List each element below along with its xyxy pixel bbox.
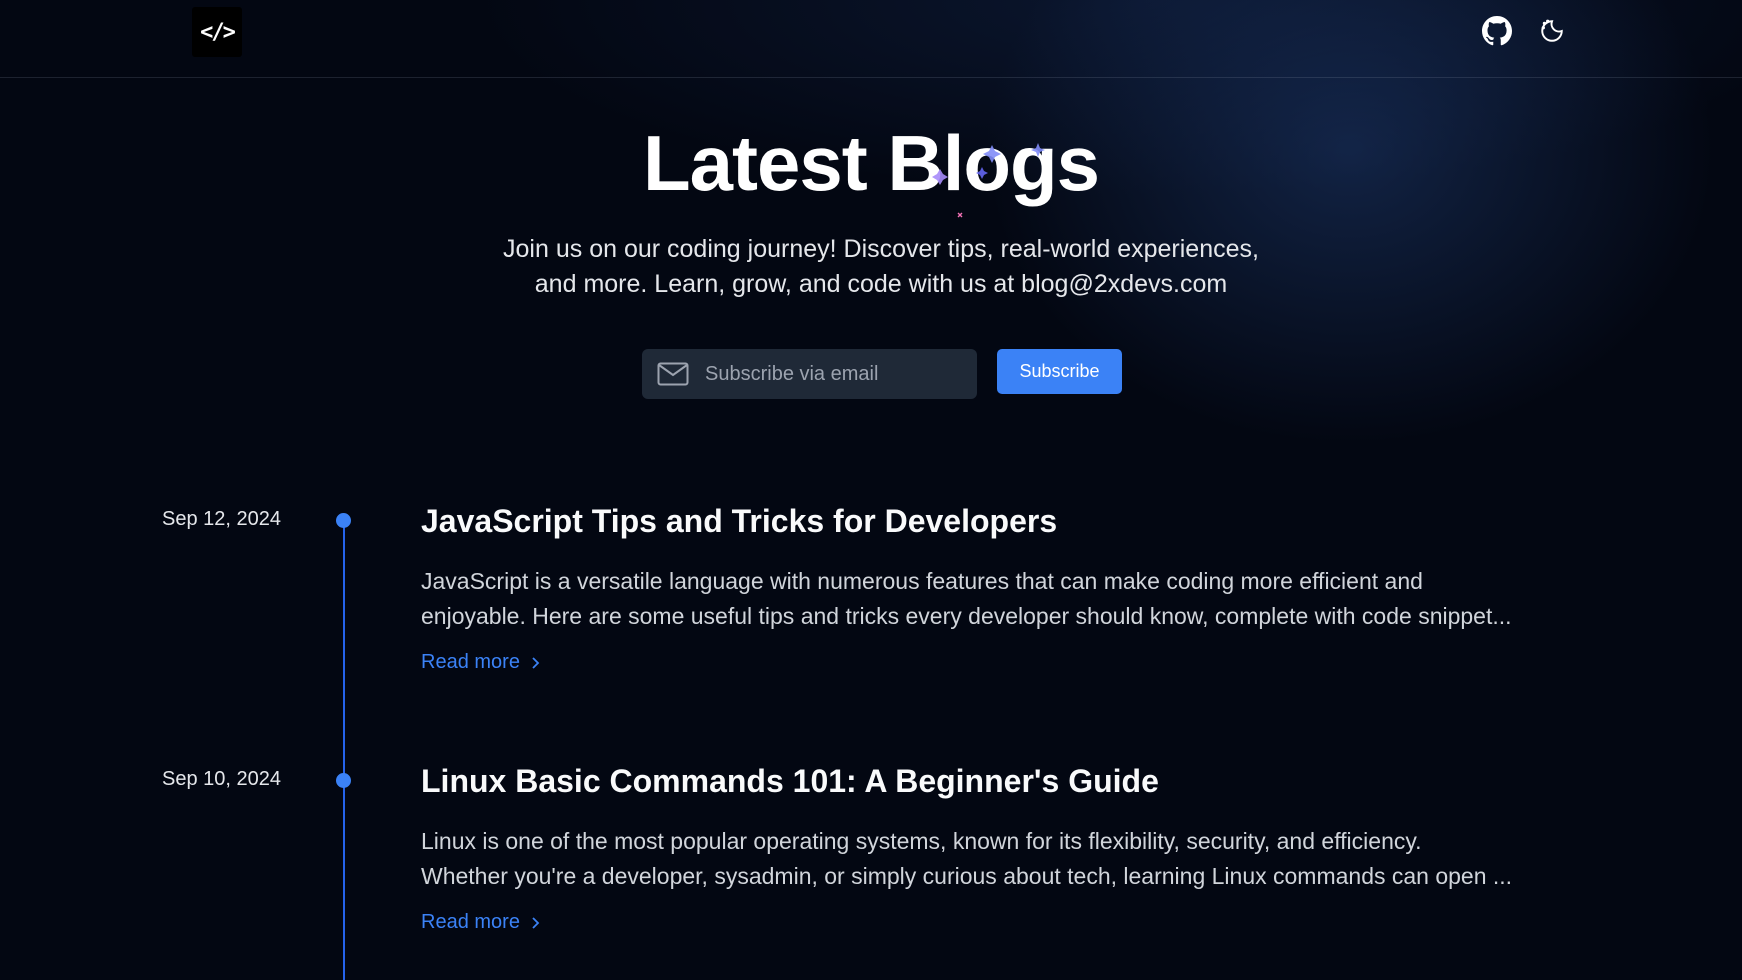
- post-date: Sep 12, 2024: [162, 508, 281, 530]
- subtitle-line-1: Join us on our coding journey! Discover …: [503, 235, 1259, 263]
- mail-icon: [657, 362, 689, 386]
- excerpt-line-1: JavaScript is a versatile language with …: [421, 568, 1423, 594]
- read-more-link[interactable]: Read more: [421, 911, 540, 934]
- logo-text: </>: [200, 19, 236, 45]
- timeline-dot: [336, 513, 351, 528]
- top-navbar: </>: [0, 0, 1742, 78]
- subtitle-line-2: and more. Learn, grow, and code with us …: [534, 270, 1228, 298]
- timeline-line: [343, 520, 345, 980]
- hero-subtitle: Join us on our coding journey! Discover …: [0, 232, 1742, 302]
- post-date: Sep 10, 2024: [162, 768, 281, 790]
- post-title[interactable]: JavaScript Tips and Tricks for Developer…: [421, 503, 1057, 540]
- subscribe-email-field[interactable]: [642, 349, 977, 399]
- subscribe-button[interactable]: Subscribe: [997, 349, 1122, 394]
- excerpt-line-2: enjoyable. Here are some useful tips and…: [421, 603, 1512, 629]
- chevron-right-icon: [532, 916, 540, 929]
- email-input[interactable]: [703, 361, 967, 387]
- excerpt-line-1: Linux is one of the most popular operati…: [421, 828, 1422, 854]
- page-title: Latest Blogs: [642, 119, 1100, 207]
- github-icon[interactable]: [1481, 15, 1513, 47]
- chevron-right-icon: [532, 656, 540, 669]
- site-logo[interactable]: </>: [192, 7, 242, 57]
- post-excerpt: JavaScript is a versatile language with …: [421, 564, 1571, 634]
- read-more-label: Read more: [421, 911, 520, 933]
- post-excerpt: Linux is one of the most popular operati…: [421, 824, 1571, 894]
- post-title[interactable]: Linux Basic Commands 101: A Beginner's G…: [421, 763, 1159, 800]
- theme-toggle-icon[interactable]: [1536, 15, 1568, 47]
- read-more-link[interactable]: Read more: [421, 651, 540, 674]
- timeline-dot: [336, 773, 351, 788]
- read-more-label: Read more: [421, 651, 520, 673]
- excerpt-line-2: Whether you're a developer, sysadmin, or…: [421, 863, 1513, 889]
